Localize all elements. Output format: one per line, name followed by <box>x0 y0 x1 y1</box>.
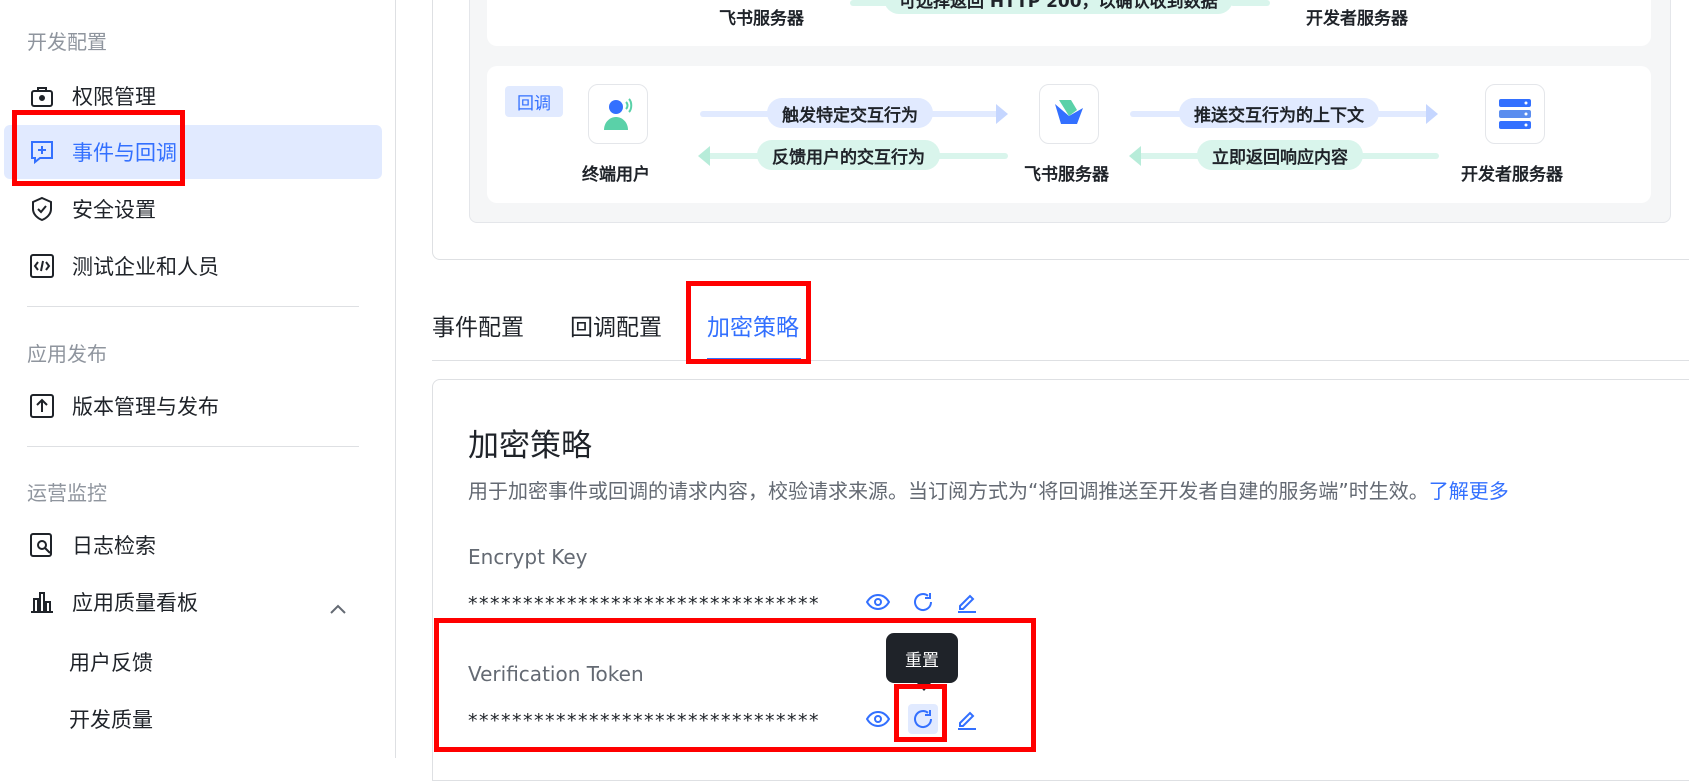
encryption-description: 用于加密事件或回调的请求内容，校验请求来源。当订阅方式为“将回调推送至开发者自建… <box>468 475 1509 504</box>
permission-bag-icon <box>28 82 56 110</box>
code-tag-icon <box>28 252 56 280</box>
sidebar-item-label: 版本管理与发布 <box>72 395 219 419</box>
bar-chart-icon <box>28 588 56 616</box>
sidebar-item-log-search[interactable]: 日志检索 <box>4 518 382 572</box>
upload-icon <box>28 392 56 420</box>
sidebar-item-label: 测试企业和人员 <box>72 255 219 279</box>
flow-label-dev-top: 开发者服务器 <box>1306 9 1408 29</box>
flow-label-feishu-top: 飞书服务器 <box>719 9 804 29</box>
description-text: 用于加密事件或回调的请求内容，校验请求来源。当订阅方式为“将回调推送至开发者自建… <box>468 479 1429 503</box>
sidebar-item-label: 权限管理 <box>72 85 156 109</box>
eye-icon[interactable] <box>863 587 893 617</box>
sidebar-divider <box>27 446 359 447</box>
sidebar-item-security[interactable]: 安全设置 <box>4 182 382 236</box>
annotation-box-tab <box>686 281 811 364</box>
tab-event-config[interactable]: 事件配置 <box>432 308 524 342</box>
flow-pill-respond: 立即返回响应内容 <box>1197 140 1363 170</box>
encrypt-key-value: ******************************** <box>468 593 820 615</box>
chevron-up-icon[interactable] <box>330 595 346 619</box>
sidebar-item-label: 日志检索 <box>72 534 156 558</box>
feishu-logo-icon <box>1039 84 1099 144</box>
arrow-head-left-icon <box>1129 146 1141 166</box>
section-title-operations: 运营监控 <box>27 481 107 505</box>
tab-bar: 事件配置 回调配置 加密策略 <box>432 288 1689 361</box>
sidebar-subitem-dev-quality[interactable]: 开发质量 <box>69 704 153 734</box>
sidebar-item-version-release[interactable]: 版本管理与发布 <box>4 379 382 433</box>
arrow-head-right-icon <box>1426 104 1438 124</box>
learn-more-link[interactable]: 了解更多 <box>1429 479 1509 503</box>
callback-tag: 回调 <box>505 86 563 117</box>
edit-icon[interactable] <box>952 587 982 617</box>
sidebar-item-quality-board[interactable]: 应用质量看板 <box>4 575 382 629</box>
dev-server-icon <box>1485 84 1545 144</box>
tab-callback-config[interactable]: 回调配置 <box>570 308 662 342</box>
flow-pill-trigger: 触发特定交互行为 <box>767 98 933 128</box>
flow-label-end-user: 终端用户 <box>582 165 650 185</box>
flow-pill-push: 推送交互行为的上下文 <box>1179 98 1379 128</box>
shield-check-icon <box>28 195 56 223</box>
sidebar-item-test-enterprise[interactable]: 测试企业和人员 <box>4 239 382 293</box>
section-title-dev-config: 开发配置 <box>27 30 107 54</box>
flow-label-feishu: 飞书服务器 <box>1024 165 1109 185</box>
flow-arrow <box>1230 0 1270 6</box>
page-title: 加密策略 <box>468 428 592 464</box>
annotation-box-sidebar <box>12 110 185 186</box>
annotation-box-reset <box>894 684 947 742</box>
log-search-icon <box>28 531 56 559</box>
arrow-head-right-icon <box>996 104 1008 124</box>
flow-pill-top: 可选择返回 HTTP 200，以确认收到数据 <box>884 0 1233 14</box>
sidebar-item-label: 应用质量看板 <box>72 591 198 615</box>
section-title-app-release: 应用发布 <box>27 342 107 366</box>
flow-pill-feedback: 反馈用户的交互行为 <box>757 140 940 170</box>
sidebar-subitem-user-feedback[interactable]: 用户反馈 <box>69 647 153 677</box>
sidebar-divider <box>27 306 359 307</box>
arrow-head-left-icon <box>698 146 710 166</box>
end-user-icon <box>588 84 648 144</box>
flow-label-dev-server: 开发者服务器 <box>1461 165 1563 185</box>
reset-icon[interactable] <box>908 587 938 617</box>
encrypt-key-label: Encrypt Key <box>468 545 588 569</box>
sidebar-item-label: 安全设置 <box>72 198 156 222</box>
